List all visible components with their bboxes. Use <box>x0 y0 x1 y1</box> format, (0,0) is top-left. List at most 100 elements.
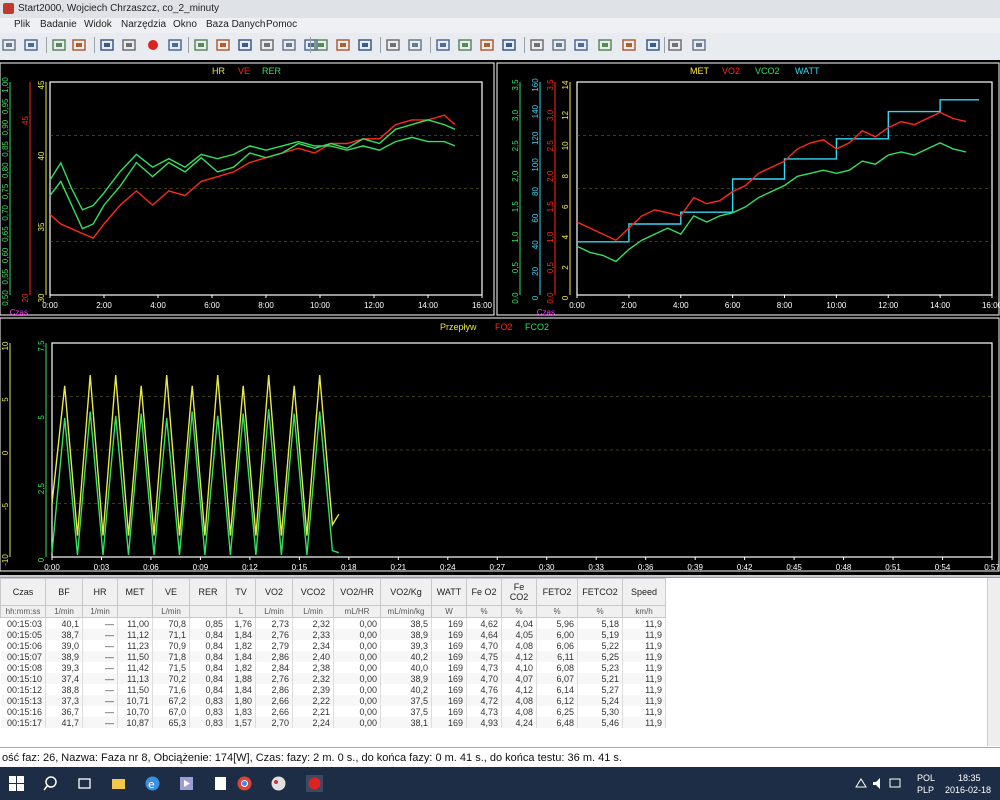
arrow-right-icon[interactable] <box>100 38 114 52</box>
tools-icon[interactable] <box>314 38 328 52</box>
table-row[interactable]: 00:15:17 41,7—10,87 65,3 0,83 1,57 2,70 2,24 0,… <box>0 717 666 728</box>
column-header[interactable]: Czas <box>0 578 46 606</box>
y-tick-label: 3,0 <box>511 109 520 121</box>
flag-icon[interactable] <box>386 38 400 52</box>
column-header[interactable]: MET <box>117 578 153 606</box>
table-cell: 5,27 <box>577 684 623 695</box>
volume-icon[interactable] <box>872 775 884 792</box>
drawing-app-icon[interactable] <box>270 775 287 792</box>
table-cell: 6,00 <box>536 629 578 640</box>
table-cell: 00:15:16 <box>0 706 46 717</box>
series-line-vco2 <box>576 142 967 263</box>
save-icon[interactable] <box>24 38 38 52</box>
zoom-in-icon[interactable] <box>458 38 472 52</box>
select-icon[interactable] <box>282 38 296 52</box>
notifications-icon[interactable] <box>855 775 867 792</box>
column-header[interactable]: VCO2 <box>292 578 334 606</box>
menu-badanie[interactable]: Badanie <box>40 19 77 30</box>
column-header[interactable]: Fe O2 <box>466 578 502 606</box>
table-cell: 2,21 <box>292 706 334 717</box>
grid-icon[interactable] <box>668 38 682 52</box>
toolbar-separator <box>430 37 431 53</box>
y-tick-label: 5 <box>37 415 46 420</box>
table-row[interactable]: 00:15:10 37,4—11,13 70,2 0,84 1,88 2,76 2,32 0,… <box>0 673 666 684</box>
forward-icon[interactable] <box>168 38 182 52</box>
table-row[interactable]: 00:15:13 37,3—10,71 67,2 0,83 1,80 2,66 2,22 0,… <box>0 695 666 706</box>
media-player-icon[interactable] <box>178 775 195 792</box>
column-header[interactable]: Speed <box>622 578 666 606</box>
menu-okno[interactable]: Okno <box>173 19 197 30</box>
co-icon[interactable] <box>692 38 706 52</box>
column-header[interactable]: VO2/Kg <box>380 578 432 606</box>
table-row[interactable]: 00:15:07 38,9—11,50 71,8 0,84 1,84 2,86 2,40 0,… <box>0 651 666 662</box>
table-cell: 4,12 <box>501 651 537 662</box>
chart2-icon[interactable] <box>574 38 588 52</box>
clock-time[interactable]: 18:35 <box>958 773 981 783</box>
table-cell: 1,82 <box>226 662 256 673</box>
zoom-out-icon[interactable] <box>480 38 494 52</box>
chart4-icon[interactable] <box>622 38 636 52</box>
x-tick-label: 6:00 <box>204 301 220 310</box>
table-cell: 11,9 <box>622 617 666 629</box>
column-header[interactable]: VO2 <box>255 578 293 606</box>
settings-icon[interactable] <box>336 38 350 52</box>
y-tick-label: 3,5 <box>546 79 555 91</box>
column-header[interactable]: TV <box>226 578 256 606</box>
column-header[interactable]: FETCO2 <box>577 578 623 606</box>
menu-narzedzia[interactable]: Narzędzia <box>121 19 166 30</box>
link-icon[interactable] <box>122 38 136 52</box>
menu-pomoc[interactable]: Pomoc <box>266 19 297 30</box>
edge-icon[interactable]: e <box>144 775 161 792</box>
column-header[interactable]: WATT <box>431 578 467 606</box>
table-cell: 0,85 <box>189 617 227 629</box>
zoom-fit-icon[interactable] <box>502 38 516 52</box>
chrome-icon[interactable] <box>236 775 253 792</box>
table-row[interactable]: 00:15:05 38,7—11,12 71,1 0,84 1,84 2,76 2,33 0,… <box>0 629 666 640</box>
file-icon[interactable] <box>212 775 229 792</box>
info-icon[interactable] <box>436 38 450 52</box>
column-header[interactable]: HR <box>82 578 118 606</box>
x-tick-label: 0:24 <box>440 563 456 572</box>
pen-icon[interactable] <box>194 38 208 52</box>
keyboard-layout-label[interactable]: PLP <box>917 785 934 795</box>
table-row[interactable]: 00:15:16 36,7—10,70 67,0 0,83 1,83 2,66 2,21 0,… <box>0 706 666 717</box>
table-row[interactable]: 00:15:06 39,0—11,23 70,9 0,84 1,82 2,79 2,34 0,… <box>0 640 666 651</box>
y-tick-label: 40 <box>37 151 46 160</box>
table-scrollbar[interactable] <box>987 578 1000 746</box>
zoom-reset-icon[interactable] <box>530 38 544 52</box>
search-icon[interactable] <box>42 775 59 792</box>
column-header[interactable]: FETO2 <box>536 578 578 606</box>
x-tick-label: 10:00 <box>826 301 847 310</box>
print-icon[interactable] <box>52 38 66 52</box>
column-header[interactable]: VE <box>152 578 190 606</box>
column-header[interactable]: VO2/HR <box>333 578 381 606</box>
key-icon[interactable] <box>408 38 422 52</box>
arrow-into-icon[interactable] <box>238 38 252 52</box>
chart1-icon[interactable] <box>552 38 566 52</box>
network-icon[interactable] <box>889 775 901 792</box>
table-row[interactable]: 00:15:12 38,8—11,50 71,6 0,84 1,84 2,86 2,39 0,… <box>0 684 666 695</box>
table-row[interactable]: 00:15:03 40,1—11,00 70,8 0,85 1,76 2,73 2,32 0,… <box>0 617 666 629</box>
windows-start-icon[interactable] <box>8 775 25 792</box>
language-label[interactable]: POL <box>917 773 935 783</box>
menu-plik[interactable]: Plik <box>14 19 30 30</box>
menu-widok[interactable]: Widok <box>84 19 112 30</box>
menu-baza-danych[interactable]: Baza Danych <box>206 19 265 30</box>
column-header[interactable]: Fe CO2 <box>501 578 537 606</box>
clock-date[interactable]: 2016-02-18 <box>945 785 991 795</box>
table-icon[interactable] <box>646 38 660 52</box>
table-row[interactable]: 00:15:08 39,3—11,42 71,5 0,84 1,82 2,84 2,38 0,… <box>0 662 666 673</box>
explorer-icon[interactable] <box>110 775 127 792</box>
cancel-icon[interactable] <box>358 38 372 52</box>
bar-icon[interactable] <box>216 38 230 52</box>
start2000-app-icon[interactable] <box>306 775 323 792</box>
open-icon[interactable] <box>2 38 16 52</box>
record-icon[interactable] <box>146 38 160 52</box>
chart3-icon[interactable] <box>598 38 612 52</box>
table-cell: 10,87 <box>117 717 153 728</box>
column-header[interactable]: BF <box>45 578 83 606</box>
column-header[interactable]: RER <box>189 578 227 606</box>
task-view-icon[interactable] <box>76 775 93 792</box>
export-icon[interactable] <box>260 38 274 52</box>
preview-icon[interactable] <box>72 38 86 52</box>
